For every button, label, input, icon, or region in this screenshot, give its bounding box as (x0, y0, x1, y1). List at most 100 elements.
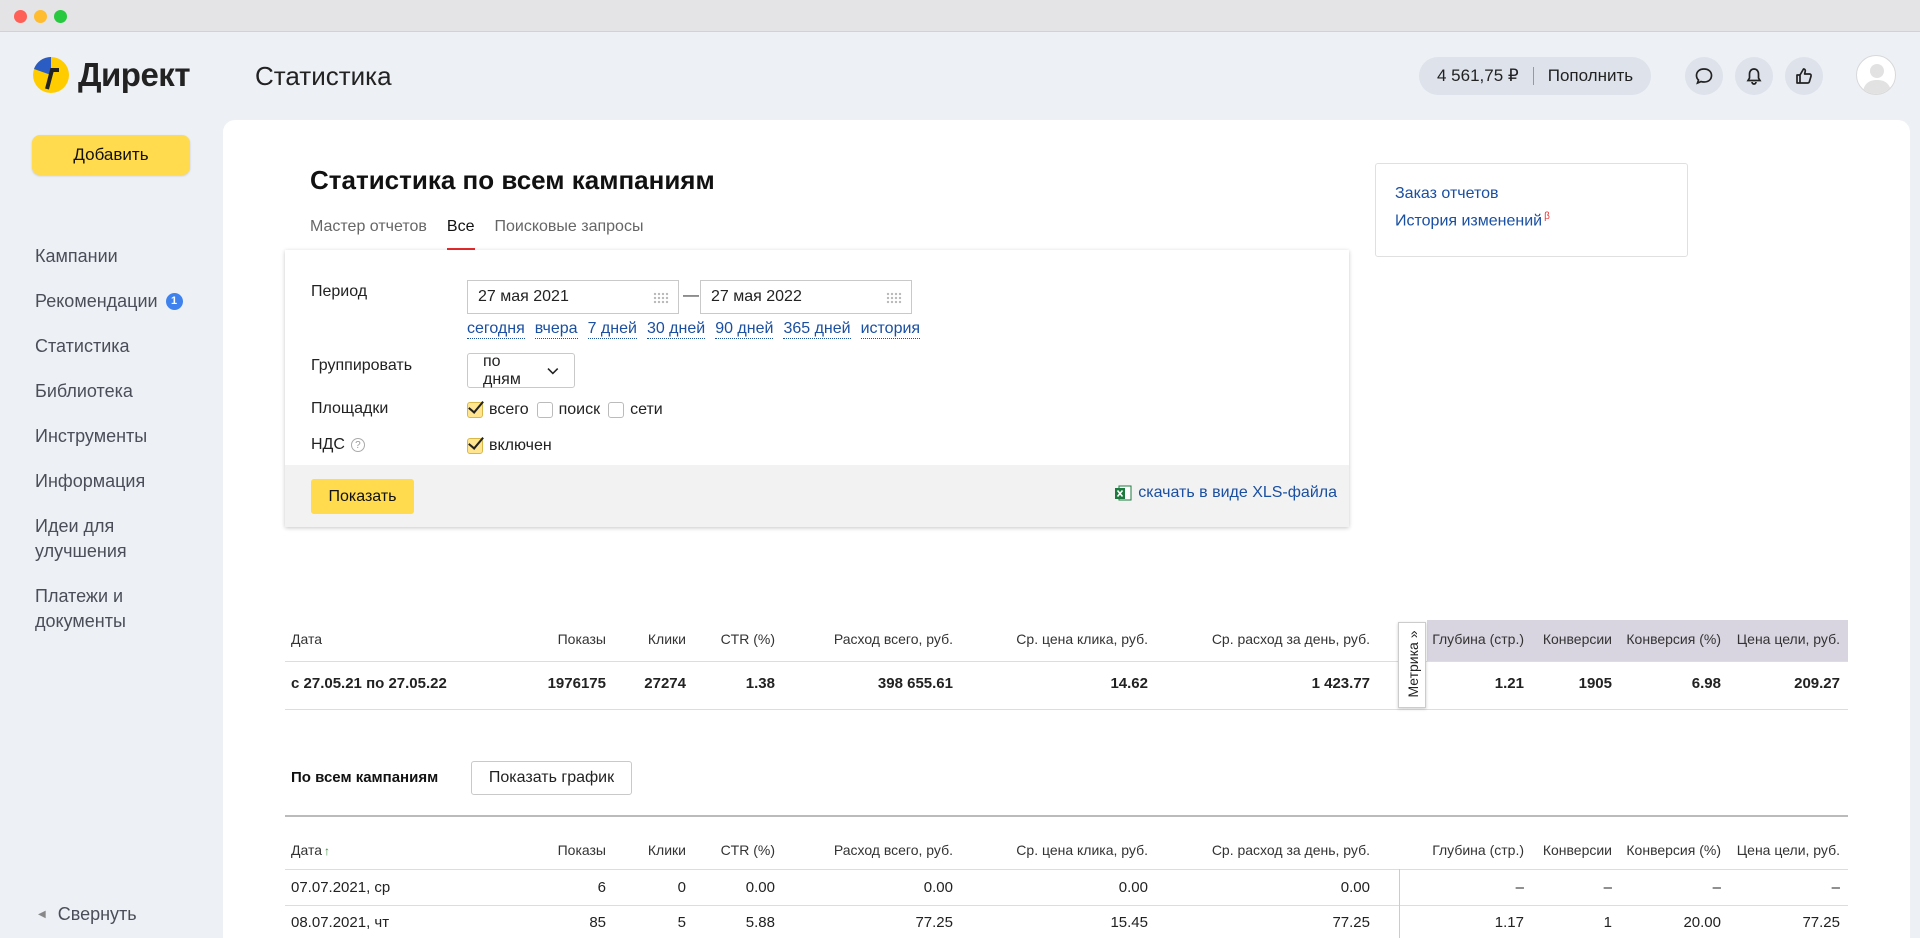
range-yesterday-link[interactable]: вчера (534, 320, 578, 339)
sidebar-item-tools[interactable]: Инструменты (35, 424, 215, 449)
date-range-dash: — (683, 287, 699, 304)
feedback-button[interactable] (1785, 57, 1823, 95)
caret-left-icon: ◀ (38, 909, 46, 920)
col-avg-cpc[interactable]: Ср. цена клика, руб. (1016, 842, 1148, 858)
balance-widget[interactable]: 4 561,75 ₽ Пополнить (1419, 57, 1652, 95)
user-avatar[interactable] (1856, 55, 1896, 95)
sidebar-item-campaigns[interactable]: Кампании (35, 244, 215, 269)
col-spend[interactable]: Расход всего, руб. (834, 631, 953, 647)
col-conversion-rate[interactable]: Конверсия (%) (1626, 842, 1721, 858)
col-ctr[interactable]: CTR (%) (721, 842, 775, 858)
range-365-days-link[interactable]: 365 дней (783, 320, 851, 339)
col-avg-cpc[interactable]: Ср. цена клика, руб. (1016, 631, 1148, 647)
tab-all[interactable]: Все (446, 218, 475, 250)
col-goal-cost[interactable]: Цена цели, руб. (1737, 631, 1840, 647)
range-7-days-link[interactable]: 7 дней (587, 320, 637, 339)
range-today-link[interactable]: сегодня (467, 320, 525, 339)
bell-icon (1746, 68, 1762, 85)
row-avg-cpc: 15.45 (1110, 914, 1148, 931)
vat-checkbox[interactable] (467, 438, 483, 454)
sidebar-item-library[interactable]: Библиотека (35, 379, 215, 404)
sidebar-item-ideas[interactable]: Идеи для улучшения (35, 514, 155, 564)
page-title: Статистика по всем кампаниям (310, 165, 715, 195)
sidebar-item-label: Платежи и документы (35, 586, 126, 631)
group-by-value: по дням (483, 352, 521, 388)
change-history-link[interactable]: История изменений β (1395, 211, 1668, 230)
col-avg-daily-spend[interactable]: Ср. расход за день, руб. (1212, 842, 1370, 858)
col-depth[interactable]: Глубина (стр.) (1432, 631, 1524, 647)
summary-impressions: 1976175 (547, 675, 606, 692)
col-conversions[interactable]: Конверсии (1543, 842, 1612, 858)
close-window-button[interactable] (14, 10, 27, 23)
summary-spend: 398 655.61 (877, 675, 953, 692)
sidebar-item-information[interactable]: Информация (35, 469, 215, 494)
col-ctr[interactable]: CTR (%) (721, 631, 775, 647)
row-impressions: 6 (597, 879, 606, 896)
col-impressions[interactable]: Показы (558, 842, 606, 858)
col-date[interactable]: Дата (291, 631, 322, 647)
platform-all-checkbox[interactable] (467, 402, 483, 418)
row-clicks: 0 (677, 879, 686, 896)
help-icon[interactable]: ? (350, 438, 365, 452)
sidebar-item-label: Информация (35, 471, 146, 491)
vat-label-group: НДС ? (311, 436, 365, 454)
direct-logo[interactable]: Директ (32, 56, 190, 94)
range-history-link[interactable]: история (860, 320, 921, 339)
notifications-button[interactable] (1735, 57, 1773, 95)
col-clicks[interactable]: Клики (648, 631, 686, 647)
section-title: По всем кампаниям (291, 769, 439, 786)
col-impressions[interactable]: Показы (558, 631, 606, 647)
topup-button[interactable]: Пополнить (1548, 66, 1633, 86)
col-avg-daily-spend[interactable]: Ср. расход за день, руб. (1212, 631, 1370, 647)
row-avg-cpc: 0.00 (1118, 879, 1148, 896)
show-graph-button[interactable]: Показать график (471, 761, 632, 795)
col-depth[interactable]: Глубина (стр.) (1432, 842, 1524, 858)
collapse-label: Свернуть (57, 904, 137, 924)
summary-row: с 27.05.21 по 27.05.22 1976175 27274 1.3… (285, 675, 1848, 713)
daily-table: Дата ↑ Показы Клики CTR (%) Расход всего,… (285, 842, 1848, 938)
reports-links-box: Заказ отчетов История изменений β (1375, 163, 1688, 257)
beta-mark: β (1544, 211, 1550, 222)
col-clicks[interactable]: Клики (648, 842, 686, 858)
sidebar-item-label: Идеи для улучшения (35, 516, 127, 561)
minimize-window-button[interactable] (34, 10, 47, 23)
platform-networks-checkbox[interactable] (608, 402, 625, 418)
tab-search-queries[interactable]: Поисковые запросы (495, 218, 644, 248)
summary-date: с 27.05.21 по 27.05.22 (291, 675, 447, 692)
vat-label: НДС (311, 436, 345, 453)
col-spend[interactable]: Расход всего, руб. (834, 842, 953, 858)
show-button[interactable]: Показать (311, 479, 414, 514)
sidebar-item-label: Рекомендации (35, 291, 158, 311)
col-conversions[interactable]: Конверсии (1543, 631, 1612, 647)
yandex-direct-logo-icon (32, 56, 70, 94)
logo-text: Директ (78, 56, 190, 93)
calendar-icon[interactable] (886, 292, 902, 304)
date-from-input[interactable]: 27 мая 2021 (467, 280, 679, 314)
summary-depth: 1.21 (1494, 675, 1524, 692)
download-xls-link[interactable]: скачать в виде XLS-файла (1114, 484, 1337, 502)
sidebar-item-recommendations[interactable]: Рекомендации 1 (35, 289, 215, 314)
range-90-days-link[interactable]: 90 дней (715, 320, 774, 339)
sidebar-item-statistics[interactable]: Статистика (35, 334, 215, 359)
platform-search-checkbox[interactable] (536, 402, 553, 418)
filter-actions: Показать скачать в виде XLS-файла (285, 465, 1349, 527)
sidebar-item-payments[interactable]: Платежи и документы (35, 584, 155, 634)
browser-window: Директ Статистика 4 561,75 ₽ Пополнить Д… (0, 0, 1920, 938)
chat-button[interactable] (1685, 57, 1723, 95)
add-button[interactable]: Добавить (32, 135, 190, 175)
collapse-sidebar-button[interactable]: ◀ Свернуть (38, 904, 137, 925)
tab-report-master[interactable]: Мастер отчетов (310, 218, 427, 248)
platforms-checkboxes: всего поиск сети (467, 401, 671, 419)
metrika-toggle[interactable]: Метрика » (1398, 622, 1426, 708)
calendar-icon[interactable] (653, 292, 669, 304)
range-30-days-link[interactable]: 30 дней (646, 320, 706, 339)
col-date-sortable[interactable]: Дата ↑ (291, 842, 330, 858)
order-reports-link[interactable]: Заказ отчетов (1395, 185, 1668, 203)
date-to-input[interactable]: 27 мая 2022 (700, 280, 912, 314)
col-goal-cost[interactable]: Цена цели, руб. (1737, 842, 1840, 858)
maximize-window-button[interactable] (54, 10, 67, 23)
row-spend: 0.00 (923, 879, 953, 896)
summary-conversion-rate: 6.98 (1691, 675, 1721, 692)
group-by-select[interactable]: по дням (467, 353, 575, 388)
col-conversion-rate[interactable]: Конверсия (%) (1626, 631, 1721, 647)
